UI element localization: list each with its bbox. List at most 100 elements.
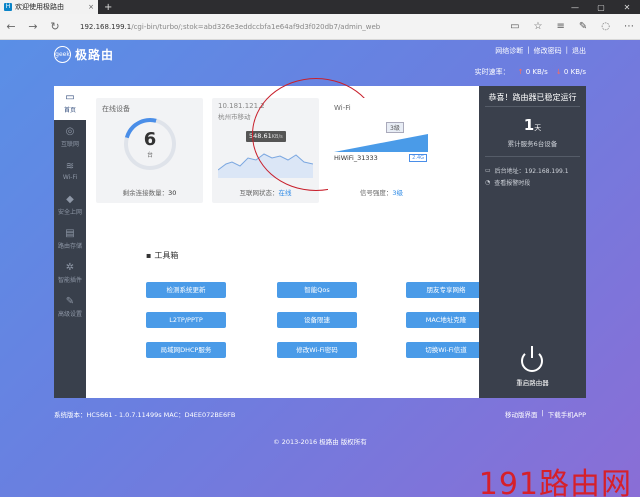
refresh-icon[interactable]: ↻ [50,20,60,33]
switch-wifi-channel-button[interactable]: 切换Wi-Fi信道 [406,342,486,358]
online-devices-card[interactable]: 在线设备 6 台 剩余连接数量：30 [96,98,203,203]
sidebar-item-wifi[interactable]: ≋ Wi-Fi [54,154,86,188]
device-speed-limit-button[interactable]: 设备限速 [277,312,357,328]
sidebar-item-label: 高级设置 [57,311,82,318]
download-speed: 0 KB/s [563,68,586,76]
divider [485,156,580,157]
remaining-connections: 30 [168,189,177,197]
logo[interactable]: geek 极路由 [54,46,114,63]
share-icon[interactable]: ◌ [601,21,610,32]
logo-badge-icon: geek [54,46,71,63]
sidebar-item-security[interactable]: ◆ 安全上网 [54,188,86,222]
minimize-icon[interactable]: — [562,3,588,12]
friend-network-button[interactable]: 朋友专享网络 [406,282,486,298]
network-diagnose-link[interactable]: 网络诊断 [495,46,523,56]
internet-status: 在线 [278,189,292,197]
browser-titlebar: H 欢迎使用极路由 × + — ▢ ✕ [0,0,640,14]
close-icon[interactable]: ✕ [614,3,640,12]
url-host: 192.168.199.1 [80,22,132,31]
storage-icon: ▤ [65,228,75,239]
uptime-title: 恭喜！路由器已稳定运行 [488,93,577,102]
browser-tab[interactable]: H 欢迎使用极路由 × [0,0,98,14]
mac-clone-button[interactable]: MAC地址克隆 [406,312,486,328]
divider [485,106,580,107]
alert-icon: ◔ [485,179,491,186]
tab-close-icon[interactable]: × [88,3,94,11]
change-password-link[interactable]: 修改密码 [534,46,562,56]
sidebar-item-label: 互联网 [60,141,79,148]
status-panel: 恭喜！路由器已稳定运行 1天 累计服务6台设备 ▭ 后台地址：192.168.19… [479,86,586,398]
maximize-icon[interactable]: ▢ [588,3,614,12]
sidebar-item-label: 安全上网 [57,209,82,216]
card-label: 在线设备 [102,105,130,113]
watermark: 191路由网 [478,467,632,497]
home-icon: ▭ [65,92,75,103]
alert-period-link[interactable]: ◔ 查看报警时段 [485,178,530,187]
main-panel: 在线设备 6 台 剩余连接数量：30 10.181.121.2 杭州市移动 54… [86,78,486,398]
download-arrow-icon: ↓ [555,68,562,76]
plugin-icon: ✲ [65,262,75,273]
wifi-card[interactable]: Wi-Fi 3级 HiWiFi_31333 2.4G 信号强度：3级 [328,98,435,203]
sidebar-item-plugins[interactable]: ✲ 智能插件 [54,256,86,290]
sidebar: ▭ 首页 ◎ 互联网 ≋ Wi-Fi ◆ 安全上网 ▤ 路由存储 ✲ 智能插件 [54,86,86,398]
dhcp-button[interactable]: 局域网DHCP服务 [146,342,226,358]
ring-center: 6 台 [124,118,176,170]
sidebar-item-label: 智能插件 [57,277,82,284]
speed-label: 实时速率： [474,68,510,76]
device-count: 6 [143,129,157,150]
monitor-icon: ▭ [485,167,491,174]
globe-icon: ◎ [65,126,75,137]
download-app-link[interactable]: 下载手机APP [548,409,586,419]
browser-navbar: ← → ↻ 192.168.199.1/cgi-bin/turbo/;stok=… [0,14,640,40]
sidebar-item-internet[interactable]: ◎ 互联网 [54,120,86,154]
new-tab-button[interactable]: + [104,2,112,13]
window-controls: — ▢ ✕ [562,3,640,12]
device-unit: 台 [146,152,153,159]
isp-name: 杭州市移动 [218,113,251,121]
notes-icon[interactable]: ✎ [579,21,587,32]
card-label: Wi-Fi [334,104,351,112]
sidebar-item-label: 路由存储 [57,243,82,250]
logout-link[interactable]: 退出 [572,46,586,56]
toolbox-title: ▪ 工具箱 [146,251,179,260]
forward-icon[interactable]: → [28,20,38,33]
wifi-band-badge: 2.4G [409,154,427,162]
sidebar-item-home[interactable]: ▭ 首页 [54,86,86,120]
change-wifi-password-button[interactable]: 修改Wi-Fi密码 [277,342,357,358]
sidebar-item-label: 首页 [63,107,76,114]
favorite-icon[interactable]: ☆ [534,21,543,32]
reading-view-icon[interactable]: ▭ [510,21,519,32]
logo-text: 极路由 [75,48,115,62]
address-bar[interactable]: 192.168.199.1/cgi-bin/turbo/;stok=abd326… [72,18,498,36]
upload-speed: 0 KB/s [525,68,548,76]
tab-title: 欢迎使用极路由 [15,3,64,11]
hub-icon[interactable]: ≡ [556,21,564,32]
browser-toolbar: ▭ ☆ ≡ ✎ ◌ ⋯ [510,21,634,32]
signal-level-badge: 3级 [386,122,404,133]
realtime-speed: 实时速率： ↑ 0 KB/s ↓ 0 KB/s [475,67,586,77]
wifi-ssid: HiWiFi_31333 [334,154,378,162]
favicon-icon: H [4,3,12,11]
router-page: geek 极路由 网络诊断 | 修改密码 | 退出 实时速率： ↑ 0 KB/s… [0,40,640,497]
system-version: 系统版本：HC5661 - 1.0.7.11499s MAC：D4EE072BE… [54,411,236,419]
toolbox-icon: ▪ [146,251,152,260]
sidebar-item-label: Wi-Fi [62,174,78,181]
served-devices: 累计服务6台设备 [507,140,558,148]
l2tp-pptp-button[interactable]: L2TP/PPTP [146,312,226,328]
lock-icon: ◆ [66,194,74,205]
wrench-icon: ✎ [65,296,75,307]
check-update-button[interactable]: 检测系统更新 [146,282,226,298]
smart-qos-button[interactable]: 智能Qos [277,282,357,298]
restart-router-label[interactable]: 重启路由器 [479,377,586,387]
sidebar-item-advanced[interactable]: ✎ 高级设置 [54,290,86,324]
wifi-icon: ≋ [65,161,75,172]
url-path: /cgi-bin/turbo/;stok=abd326e3eddccbfa1e6… [131,22,381,31]
more-icon[interactable]: ⋯ [624,21,634,32]
sidebar-item-storage[interactable]: ▤ 路由存储 [54,222,86,256]
signal-strength: 3级 [392,189,404,197]
mobile-ui-link[interactable]: 移动版界面 [505,409,538,419]
uptime-days: 1天 [523,116,542,134]
card-foot: 剩余连接数量：30 [122,189,177,197]
back-icon[interactable]: ← [6,20,16,33]
backend-address: ▭ 后台地址：192.168.199.1 [485,167,569,175]
